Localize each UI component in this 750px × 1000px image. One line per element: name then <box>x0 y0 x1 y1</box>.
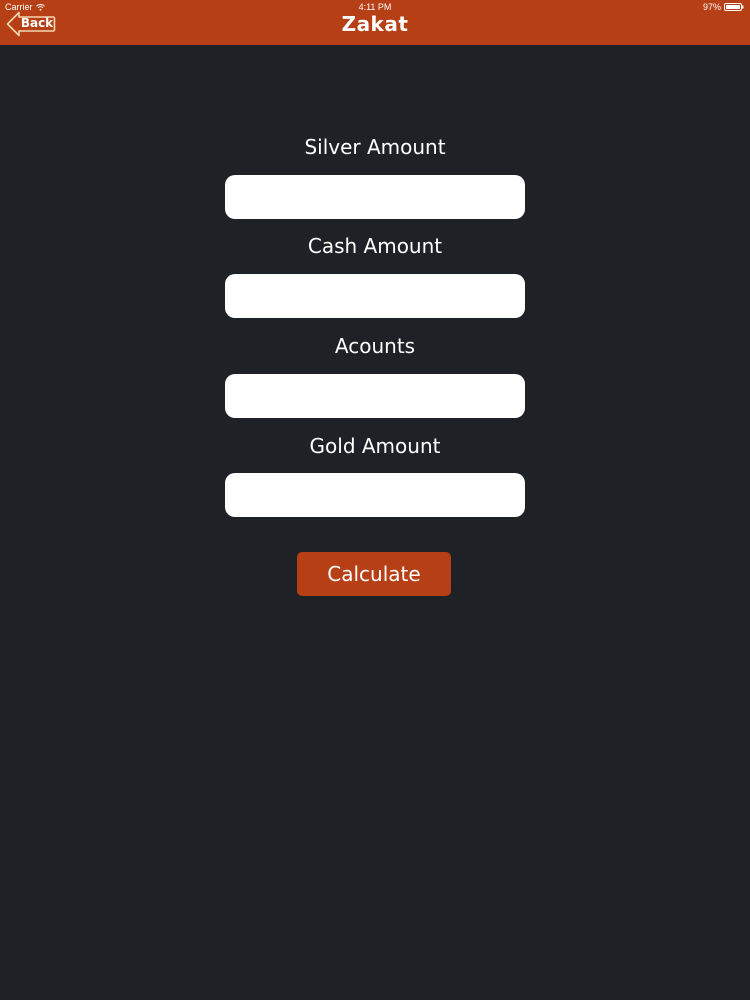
zakat-form: Silver Amount Cash Amount Acounts Gold A… <box>225 133 525 517</box>
silver-amount-input[interactable] <box>225 175 525 219</box>
zakat-screen: Carrier 4:11 PM 97% Back Zakat Silver Am… <box>0 0 750 1000</box>
page-title: Zakat <box>341 12 409 36</box>
gold-amount-label: Gold Amount <box>309 434 441 458</box>
navigation-bar: Carrier 4:11 PM 97% Back Zakat <box>0 0 750 45</box>
status-time: 4:11 PM <box>358 2 392 12</box>
battery-percentage: 97% <box>702 2 721 12</box>
cash-amount-input[interactable] <box>225 274 525 318</box>
silver-amount-label: Silver Amount <box>304 135 446 159</box>
calculate-button[interactable]: Calculate <box>297 552 451 596</box>
accounts-label: Acounts <box>334 334 416 358</box>
gold-amount-input[interactable] <box>225 473 525 517</box>
cash-amount-label: Cash Amount <box>307 234 443 258</box>
status-battery: 97% <box>703 2 744 12</box>
battery-icon <box>724 3 744 11</box>
accounts-input[interactable] <box>225 374 525 418</box>
